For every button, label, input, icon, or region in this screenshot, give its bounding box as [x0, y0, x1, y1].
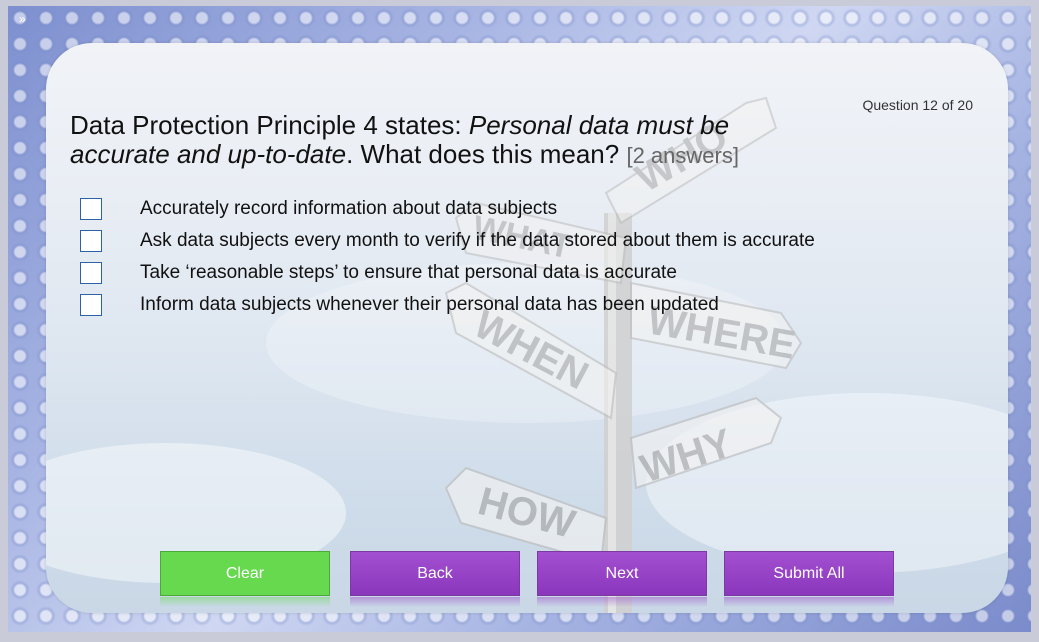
answer-option-label[interactable]: Take ‘reasonable steps’ to ensure that p… [140, 262, 677, 284]
answer-option[interactable]: Inform data subjects whenever their pers… [80, 289, 815, 321]
answer-checkbox[interactable] [80, 230, 102, 252]
back-button-reflection [350, 597, 520, 607]
clear-button-reflection [160, 597, 330, 607]
collapse-icon[interactable]: » [19, 13, 26, 25]
answer-option-label[interactable]: Ask data subjects every month to verify … [140, 230, 815, 252]
question-text: Data Protection Principle 4 states: Pers… [70, 111, 830, 170]
question-text-part1: Data Protection Principle 4 states: [70, 110, 469, 140]
question-counter: Question 12 of 20 [862, 97, 973, 113]
answer-options: Accurately record information about data… [80, 193, 815, 321]
quiz-card: WHO WHAT WHERE WHEN WHY HOW Question 12 … [46, 43, 1008, 613]
answer-checkbox[interactable] [80, 294, 102, 316]
answer-option[interactable]: Accurately record information about data… [80, 193, 815, 225]
clear-button[interactable]: Clear [160, 551, 330, 596]
back-button[interactable]: Back [350, 551, 520, 596]
next-button-reflection [537, 597, 707, 607]
answer-option-label[interactable]: Inform data subjects whenever their pers… [140, 294, 719, 316]
question-text-part2: . What does this mean? [346, 139, 627, 169]
next-button[interactable]: Next [537, 551, 707, 596]
app-frame: » WHO WHAT WHERE WHEN WHY HOW Question 1… [8, 6, 1031, 632]
answer-option[interactable]: Ask data subjects every month to verify … [80, 225, 815, 257]
answer-checkbox[interactable] [80, 262, 102, 284]
submit-all-button-reflection [724, 597, 894, 607]
answer-option[interactable]: Take ‘reasonable steps’ to ensure that p… [80, 257, 815, 289]
submit-all-button[interactable]: Submit All [724, 551, 894, 596]
answer-count-hint: [2 answers] [626, 143, 739, 168]
answer-checkbox[interactable] [80, 198, 102, 220]
answer-option-label[interactable]: Accurately record information about data… [140, 198, 557, 220]
